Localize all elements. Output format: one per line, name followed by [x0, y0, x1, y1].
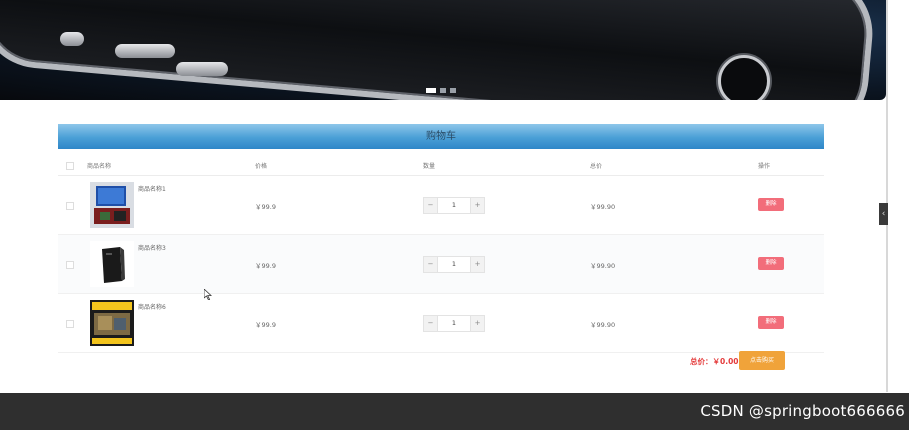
product-name[interactable]: 商品名称3	[138, 243, 166, 252]
select-all-checkbox[interactable]	[66, 162, 74, 170]
phone-side-button	[60, 32, 84, 46]
row-checkbox[interactable]	[66, 320, 74, 328]
quantity-stepper: − 1 +	[423, 315, 485, 332]
chevron-left-icon[interactable]: ‹	[879, 203, 888, 225]
phone-side-button	[115, 44, 175, 58]
quantity-stepper: − 1 +	[423, 197, 485, 214]
carousel-dot-1[interactable]	[426, 88, 436, 93]
product-name[interactable]: 商品名称1	[138, 184, 166, 193]
row-total: ￥99.90	[590, 321, 616, 329]
product-price: ￥99.9	[255, 262, 276, 270]
decrement-button[interactable]: −	[424, 257, 437, 272]
quantity-input[interactable]: 1	[437, 316, 471, 331]
hero-banner[interactable]	[0, 0, 886, 100]
page-edge-divider	[886, 0, 888, 392]
row-total: ￥99.90	[590, 262, 616, 270]
increment-button[interactable]: +	[471, 316, 484, 331]
cart-row: 商品名称6 ￥99.9 − 1 + ￥99.90 删除	[58, 294, 824, 353]
product-thumbnail[interactable]	[90, 182, 134, 228]
column-name: 商品名称	[87, 163, 112, 170]
decrement-button[interactable]: −	[424, 198, 437, 213]
carousel-dot-3[interactable]	[450, 88, 456, 93]
column-total: 总价	[590, 163, 603, 170]
buy-button[interactable]: 点击购买	[739, 351, 785, 370]
increment-button[interactable]: +	[471, 257, 484, 272]
column-quantity: 数量	[423, 163, 436, 170]
cart-title: 购物车	[58, 124, 824, 149]
increment-button[interactable]: +	[471, 198, 484, 213]
cart-table-header: 商品名称 价格 数量 总价 操作	[58, 155, 824, 176]
cart-row: 商品名称3 ￥99.9 − 1 + ￥99.90 删除	[58, 235, 824, 294]
quantity-stepper: − 1 +	[423, 256, 485, 273]
row-checkbox[interactable]	[66, 261, 74, 269]
column-action: 操作	[758, 163, 771, 170]
cart-row: 商品名称1 ￥99.9 − 1 + ￥99.90 删除	[58, 176, 824, 235]
column-price: 价格	[255, 163, 268, 170]
mouse-cursor-icon	[203, 288, 213, 303]
delete-button[interactable]: 删除	[758, 257, 784, 270]
quantity-input[interactable]: 1	[437, 198, 471, 213]
delete-button[interactable]: 删除	[758, 198, 784, 211]
carousel-indicators	[426, 88, 456, 93]
watermark-text: CSDN @springboot666666	[700, 402, 905, 420]
phone-side-button	[176, 62, 228, 76]
product-thumbnail[interactable]	[90, 241, 134, 287]
row-total: ￥99.90	[590, 203, 616, 211]
carousel-dot-2[interactable]	[440, 88, 446, 93]
delete-button[interactable]: 删除	[758, 316, 784, 329]
product-price: ￥99.9	[255, 203, 276, 211]
product-name[interactable]: 商品名称6	[138, 302, 166, 311]
phone-home-button-image	[718, 55, 770, 100]
row-checkbox[interactable]	[66, 202, 74, 210]
quantity-input[interactable]: 1	[437, 257, 471, 272]
decrement-button[interactable]: −	[424, 316, 437, 331]
product-thumbnail[interactable]	[90, 300, 134, 346]
cart-total-price: 总价：￥0.00	[690, 357, 739, 366]
product-price: ￥99.9	[255, 321, 276, 329]
